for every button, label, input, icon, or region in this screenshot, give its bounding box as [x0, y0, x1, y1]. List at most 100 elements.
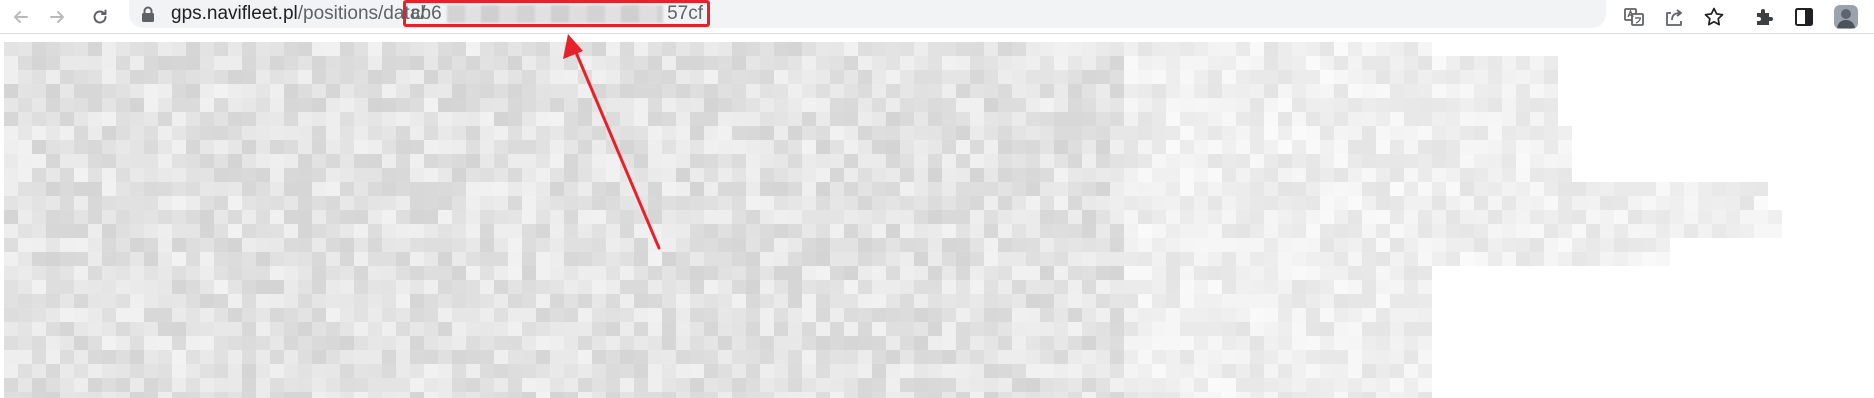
mosaic-tile	[410, 350, 424, 364]
mosaic-tile	[1390, 392, 1404, 398]
mosaic-tile	[1054, 238, 1068, 252]
lock-icon[interactable]	[141, 6, 155, 22]
mosaic-tile	[536, 392, 550, 398]
mosaic-tile	[340, 280, 354, 294]
mosaic-tile	[1404, 112, 1418, 126]
mosaic-tile	[1236, 350, 1250, 364]
mosaic-tile	[396, 294, 410, 308]
mosaic-tile	[256, 252, 270, 266]
side-panel-button[interactable]	[1791, 4, 1817, 30]
mosaic-tile	[438, 84, 452, 98]
extensions-button[interactable]	[1751, 4, 1777, 30]
mosaic-tile	[102, 126, 116, 140]
mosaic-tile	[382, 238, 396, 252]
mosaic-tile	[242, 392, 256, 398]
mosaic-tile	[1306, 210, 1320, 224]
mosaic-tile	[900, 252, 914, 266]
mosaic-tile	[1488, 140, 1502, 154]
mosaic-tile	[88, 210, 102, 224]
reload-icon	[93, 9, 107, 24]
mosaic-tile	[550, 224, 564, 238]
mosaic-tile	[690, 196, 704, 210]
mosaic-tile	[158, 364, 172, 378]
mosaic-tile	[1278, 70, 1292, 84]
mosaic-tile	[18, 224, 32, 238]
mosaic-tile	[606, 266, 620, 280]
mosaic-tile	[382, 364, 396, 378]
mosaic-tile	[1166, 350, 1180, 364]
forward-button[interactable]	[44, 4, 70, 30]
mosaic-tile	[1208, 350, 1222, 364]
reload-button[interactable]	[87, 4, 113, 30]
mosaic-tile	[144, 252, 158, 266]
mosaic-tile	[956, 252, 970, 266]
mosaic-tile	[1068, 322, 1082, 336]
mosaic-tile	[718, 308, 732, 322]
mosaic-tile	[984, 280, 998, 294]
mosaic-tile	[158, 182, 172, 196]
mosaic-tile	[872, 154, 886, 168]
mosaic-tile	[718, 42, 732, 56]
mosaic-tile	[1558, 140, 1572, 154]
mosaic-tile	[970, 42, 984, 56]
mosaic-tile	[256, 224, 270, 238]
mosaic-tile	[102, 378, 116, 392]
mosaic-tile	[564, 140, 578, 154]
mosaic-tile	[480, 238, 494, 252]
translate-button[interactable]	[1621, 4, 1647, 30]
mosaic-tile	[858, 154, 872, 168]
mosaic-tile	[872, 224, 886, 238]
mosaic-tile	[1138, 126, 1152, 140]
mosaic-tile	[816, 224, 830, 238]
mosaic-tile	[858, 350, 872, 364]
mosaic-tile	[550, 196, 564, 210]
mosaic-tile	[410, 154, 424, 168]
mosaic-tile	[410, 224, 424, 238]
mosaic-tile	[970, 210, 984, 224]
mosaic-tile	[1684, 224, 1698, 238]
mosaic-tile	[1250, 308, 1264, 322]
mosaic-tile	[1698, 210, 1712, 224]
mosaic-tile	[536, 266, 550, 280]
mosaic-tile	[1110, 140, 1124, 154]
mosaic-tile	[1362, 70, 1376, 84]
mosaic-tile	[354, 322, 368, 336]
back-button[interactable]	[8, 4, 34, 30]
mosaic-tile	[928, 294, 942, 308]
mosaic-tile	[956, 308, 970, 322]
mosaic-tile	[1026, 70, 1040, 84]
mosaic-tile	[1362, 210, 1376, 224]
profile-button[interactable]	[1833, 4, 1859, 30]
mosaic-tile	[88, 126, 102, 140]
mosaic-tile	[788, 350, 802, 364]
mosaic-tile	[914, 224, 928, 238]
mosaic-tile	[830, 182, 844, 196]
mosaic-tile	[942, 224, 956, 238]
mosaic-tile	[1320, 154, 1334, 168]
mosaic-tile	[578, 336, 592, 350]
mosaic-tile	[32, 182, 46, 196]
mosaic-tile	[662, 378, 676, 392]
mosaic-tile	[592, 140, 606, 154]
mosaic-tile	[4, 308, 18, 322]
mosaic-tile	[606, 322, 620, 336]
mosaic-tile	[1082, 294, 1096, 308]
bookmark-button[interactable]	[1701, 4, 1727, 30]
share-button[interactable]	[1661, 4, 1687, 30]
mosaic-tile	[1264, 224, 1278, 238]
mosaic-tile	[1404, 336, 1418, 350]
mosaic-tile	[648, 252, 662, 266]
mosaic-tile	[830, 224, 844, 238]
mosaic-tile	[704, 350, 718, 364]
mosaic-tile	[928, 112, 942, 126]
mosaic-tile	[1068, 112, 1082, 126]
mosaic-tile	[802, 280, 816, 294]
mosaic-tile	[1194, 336, 1208, 350]
mosaic-tile	[200, 308, 214, 322]
mosaic-tile	[816, 294, 830, 308]
mosaic-tile	[1376, 364, 1390, 378]
mosaic-tile	[718, 238, 732, 252]
mosaic-tile	[1166, 70, 1180, 84]
mosaic-tile	[1068, 140, 1082, 154]
mosaic-tile	[1418, 280, 1432, 294]
